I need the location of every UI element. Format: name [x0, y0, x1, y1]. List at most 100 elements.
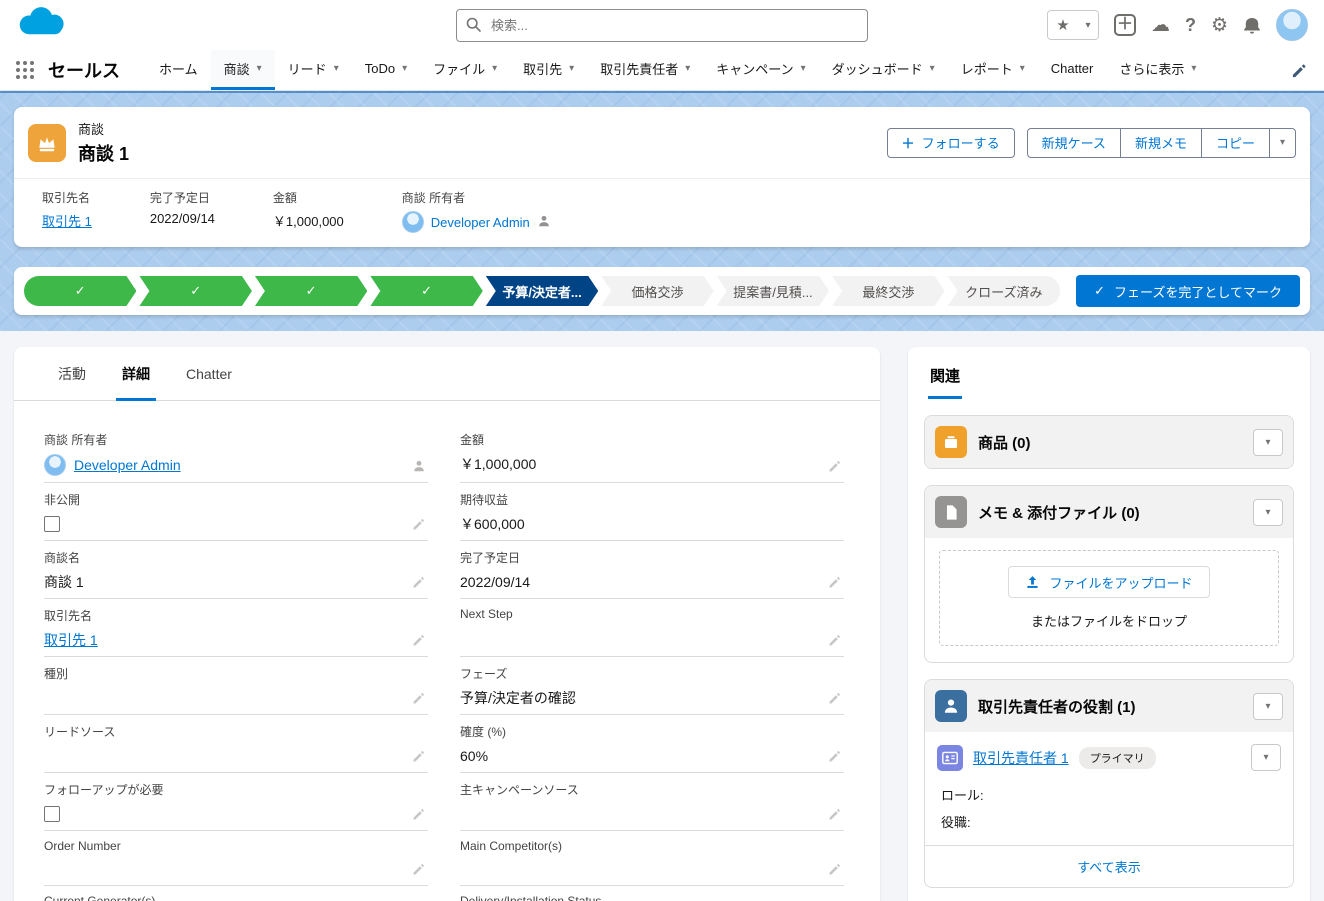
change-owner-icon[interactable] — [537, 214, 551, 231]
mark-stage-complete-button[interactable]: ✓ フェーズを完了としてマーク — [1076, 275, 1300, 307]
edit-pencil-icon[interactable] — [828, 633, 842, 647]
nav-tabs: ホーム 商談 ▾ リード ▾ ToDo ▾ ファイル ▾ 取引先 ▾ 取引先責任者 ▾ キャ… — [146, 50, 1209, 90]
path-stage-3[interactable]: ✓ — [255, 276, 367, 306]
nav-tab-chatter[interactable]: Chatter — [1038, 50, 1107, 90]
contact-link[interactable]: 取引先責任者 1 — [973, 748, 1069, 768]
tab-chatter[interactable]: Chatter — [168, 347, 250, 400]
view-all-link[interactable]: すべて表示 — [1077, 860, 1141, 875]
favorites-caret-icon[interactable]: ▾ — [1077, 11, 1098, 39]
chevron-down-icon[interactable]: ▾ — [685, 63, 690, 74]
related-contact-roles-title[interactable]: 取引先責任者の役割 (1) — [978, 696, 1136, 717]
private-checkbox[interactable] — [44, 516, 60, 532]
more-actions-caret-icon[interactable]: ▾ — [1268, 127, 1296, 158]
edit-pencil-icon[interactable] — [828, 575, 842, 589]
chevron-down-icon[interactable]: ▾ — [1020, 63, 1025, 74]
favorites-star-icon[interactable]: ★ — [1047, 11, 1078, 39]
nav-tab-campaigns[interactable]: キャンペーン ▾ — [703, 50, 818, 90]
path-stage-2[interactable]: ✓ — [139, 276, 251, 306]
chevron-down-icon[interactable]: ▾ — [402, 63, 407, 74]
related-products-title[interactable]: 商品 (0) — [978, 432, 1031, 453]
notes-menu-caret-icon[interactable]: ▾ — [1253, 498, 1283, 526]
chevron-down-icon[interactable]: ▾ — [1191, 63, 1196, 74]
edit-pencil-icon[interactable] — [828, 807, 842, 821]
edit-pencil-icon[interactable] — [412, 691, 426, 705]
field-current-generators: Current Generator(s) — [44, 886, 428, 901]
path-stage-closed[interactable]: クローズ済み — [947, 276, 1061, 306]
help-icon[interactable]: ? — [1185, 15, 1196, 36]
followup-checkbox[interactable] — [44, 806, 60, 822]
path-stage-proposal[interactable]: 提案書/見積... — [717, 276, 829, 306]
path-stage-current[interactable]: 予算/決定者... — [486, 276, 598, 306]
tab-details[interactable]: 詳細 — [104, 347, 168, 401]
edit-pencil-icon[interactable] — [828, 749, 842, 763]
field-expected-revenue: 期待収益 ￥600,000 — [460, 483, 844, 541]
nav-tab-files[interactable]: ファイル ▾ — [420, 50, 510, 90]
edit-pencil-icon[interactable] — [828, 862, 842, 876]
guidance-cloud-icon[interactable]: ☁ — [1151, 14, 1170, 37]
edit-pencil-icon[interactable] — [412, 807, 426, 821]
nav-tab-contacts[interactable]: 取引先責任者 ▾ — [587, 50, 703, 90]
app-navigation-bar: セールス ホーム 商談 ▾ リード ▾ ToDo ▾ ファイル ▾ 取引先 ▾ 取引先責任… — [0, 50, 1324, 91]
user-avatar[interactable] — [1276, 9, 1308, 41]
edit-pencil-icon[interactable] — [828, 459, 842, 473]
nav-tab-tasks[interactable]: ToDo ▾ — [352, 50, 420, 90]
chevron-down-icon[interactable]: ▾ — [492, 63, 497, 74]
field-type: 種別 — [44, 657, 428, 715]
nav-tab-leads[interactable]: リード ▾ — [275, 50, 352, 90]
nav-tab-dashboards[interactable]: ダッシュボード ▾ — [819, 50, 948, 90]
clone-button[interactable]: コピー — [1200, 127, 1270, 158]
contact-roles-person-icon — [935, 690, 967, 722]
edit-pencil-icon[interactable] — [828, 691, 842, 705]
notifications-bell-icon[interactable] — [1243, 15, 1261, 35]
nav-tab-reports[interactable]: レポート ▾ — [948, 50, 1038, 90]
new-note-button[interactable]: 新規メモ — [1119, 127, 1202, 158]
search-input[interactable] — [456, 8, 868, 42]
path-stage-1[interactable]: ✓ — [24, 276, 136, 306]
related-notes-title[interactable]: メモ & 添付ファイル (0) — [978, 502, 1140, 523]
path-stage-final[interactable]: 最終交渉 — [832, 276, 944, 306]
related-contact-roles-header: 取引先責任者の役割 (1) ▾ — [925, 680, 1293, 732]
contact-row-caret-icon[interactable]: ▾ — [1251, 744, 1281, 771]
account-link[interactable]: 取引先 1 — [42, 211, 92, 230]
edit-pencil-icon[interactable] — [412, 862, 426, 876]
sales-path: ✓ ✓ ✓ ✓ 予算/決定者... 価格交渉 提案書/見積... 最終交渉 クロ… — [14, 267, 1310, 315]
chevron-down-icon[interactable]: ▾ — [930, 63, 935, 74]
tab-related[interactable]: 関連 — [928, 361, 963, 399]
check-icon: ✓ — [74, 283, 86, 298]
path-stage-negotiation[interactable]: 価格交渉 — [601, 276, 713, 306]
chevron-down-icon[interactable]: ▾ — [801, 63, 806, 74]
new-case-button[interactable]: 新規ケース — [1026, 127, 1121, 158]
tab-activity[interactable]: 活動 — [40, 347, 104, 400]
nav-tab-more[interactable]: さらに表示 ▾ — [1106, 50, 1209, 90]
chevron-down-icon[interactable]: ▾ — [334, 63, 339, 74]
upload-files-button[interactable]: ファイルをアップロード — [1008, 566, 1210, 598]
setup-gear-icon[interactable]: ⚙ — [1211, 14, 1228, 37]
global-actions-icon[interactable]: ＋ — [1113, 14, 1136, 36]
change-owner-icon[interactable] — [412, 459, 426, 473]
record-highlights-card: 商談 商談 1 ＋フォローする 新規ケース 新規メモ コピー ▾ 取引先名 取引 — [14, 107, 1310, 247]
file-drop-zone[interactable]: ファイルをアップロード またはファイルをドロップ — [939, 550, 1279, 646]
products-menu-caret-icon[interactable]: ▾ — [1253, 428, 1283, 456]
record-action-group: 新規ケース 新規メモ コピー ▾ — [1026, 127, 1296, 158]
highlight-account: 取引先名 取引先 1 — [42, 191, 92, 230]
contact-role-details: ロール: 役職: — [925, 777, 1293, 845]
account-link[interactable]: 取引先 1 — [44, 630, 98, 650]
path-stage-4[interactable]: ✓ — [370, 276, 482, 306]
nav-tab-opportunities[interactable]: 商談 ▾ — [210, 50, 275, 90]
follow-button[interactable]: ＋フォローする — [886, 127, 1015, 158]
owner-link[interactable]: Developer Admin — [431, 215, 530, 230]
nav-tab-home[interactable]: ホーム — [146, 50, 211, 90]
related-contact-roles-card: 取引先責任者の役割 (1) ▾ 取引先責任者 1 プライマリ ▾ ロール: 役職… — [924, 679, 1294, 888]
app-launcher-icon[interactable] — [16, 61, 34, 79]
chevron-down-icon[interactable]: ▾ — [569, 63, 574, 74]
edit-pencil-icon[interactable] — [412, 633, 426, 647]
edit-pencil-icon[interactable] — [412, 575, 426, 589]
edit-pencil-icon[interactable] — [412, 517, 426, 531]
edit-pencil-icon[interactable] — [412, 749, 426, 763]
owner-link[interactable]: Developer Admin — [74, 457, 181, 473]
contact-roles-menu-caret-icon[interactable]: ▾ — [1253, 692, 1283, 720]
chevron-down-icon[interactable]: ▾ — [257, 63, 262, 74]
edit-navigation-pencil-icon[interactable] — [1291, 62, 1308, 79]
nav-tab-accounts[interactable]: 取引先 ▾ — [510, 50, 587, 90]
owner-avatar — [401, 211, 424, 233]
